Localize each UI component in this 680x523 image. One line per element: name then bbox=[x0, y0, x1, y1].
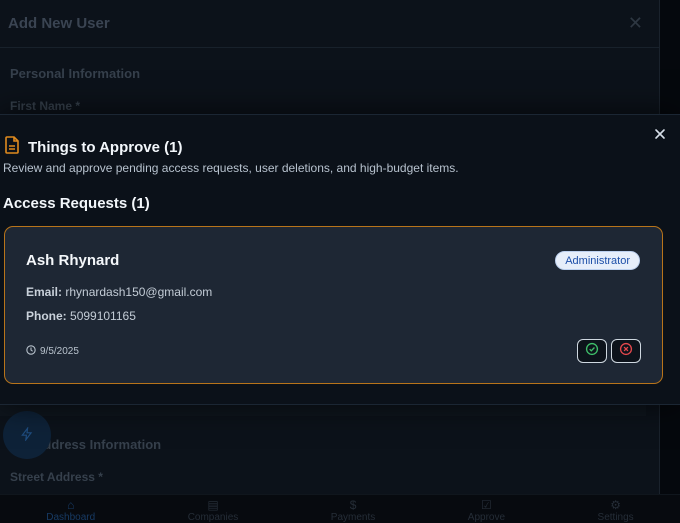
requester-name: Ash Rhynard bbox=[26, 252, 120, 269]
section-personal-information: Personal Information bbox=[10, 66, 141, 81]
gear-icon: ⚙ bbox=[610, 498, 621, 512]
request-actions bbox=[577, 339, 641, 363]
lightning-icon bbox=[20, 425, 34, 446]
nav-item-payments[interactable]: $ Payments bbox=[331, 495, 375, 523]
panel-header: Things to Approve (1) bbox=[4, 136, 182, 158]
nav-item-companies[interactable]: ▤ Companies bbox=[188, 495, 239, 523]
building-icon: ▤ bbox=[207, 498, 219, 512]
nav-item-approve[interactable]: ☑ Approve bbox=[468, 495, 505, 523]
panel-description: Review and approve pending access reques… bbox=[3, 161, 459, 175]
dollar-icon: $ bbox=[349, 498, 357, 512]
home-icon: ⌂ bbox=[67, 498, 75, 512]
dialog-header: Add New User ✕ bbox=[0, 0, 659, 48]
nav-label: Settings bbox=[597, 512, 634, 523]
nav-item-dashboard[interactable]: ⌂ Dashboard bbox=[46, 495, 95, 523]
check-square-icon: ☑ bbox=[481, 498, 492, 512]
email-row: Email: rhynardash150@gmail.com bbox=[26, 285, 212, 299]
close-icon[interactable] bbox=[654, 127, 668, 141]
panel-title: Things to Approve (1) bbox=[28, 138, 183, 156]
nav-item-settings[interactable]: ⚙ Settings bbox=[598, 495, 634, 523]
date-value: 9/5/2025 bbox=[40, 346, 79, 357]
section-address-information: Address Information bbox=[34, 437, 162, 452]
x-circle-icon bbox=[619, 342, 633, 361]
dialog-title: Add New User bbox=[8, 15, 110, 32]
bottom-navigation: ⌂ Dashboard ▤ Companies $ Payments ☑ App… bbox=[0, 494, 680, 523]
nav-label: Dashboard bbox=[46, 512, 96, 523]
reject-button[interactable] bbox=[611, 339, 641, 363]
phone-row: Phone: 5099101165 bbox=[26, 309, 136, 323]
approval-panel: Things to Approve (1) Review and approve… bbox=[0, 114, 680, 405]
nav-label: Payments bbox=[330, 512, 376, 523]
phone-value: 5099101165 bbox=[70, 309, 136, 323]
role-badge: Administrator bbox=[555, 251, 640, 270]
quick-action-button[interactable] bbox=[3, 411, 51, 459]
document-icon bbox=[4, 136, 20, 158]
dialog-close-icon[interactable]: ✕ bbox=[628, 13, 643, 34]
street-address-label: Street Address * bbox=[10, 470, 103, 484]
first-name-label: First Name * bbox=[10, 99, 81, 113]
approve-button[interactable] bbox=[577, 339, 607, 363]
nav-label: Approve bbox=[467, 512, 506, 523]
clock-icon bbox=[26, 345, 36, 358]
check-circle-icon bbox=[585, 342, 599, 361]
access-requests-heading: Access Requests (1) bbox=[3, 195, 150, 212]
email-value: rhynardash150@gmail.com bbox=[65, 285, 213, 299]
phone-label: Phone: bbox=[26, 309, 67, 323]
access-request-card: Ash Rhynard Administrator Email: rhynard… bbox=[4, 226, 663, 384]
email-label: Email: bbox=[26, 285, 63, 299]
nav-label: Companies bbox=[187, 512, 239, 523]
request-date: 9/5/2025 bbox=[26, 345, 79, 358]
